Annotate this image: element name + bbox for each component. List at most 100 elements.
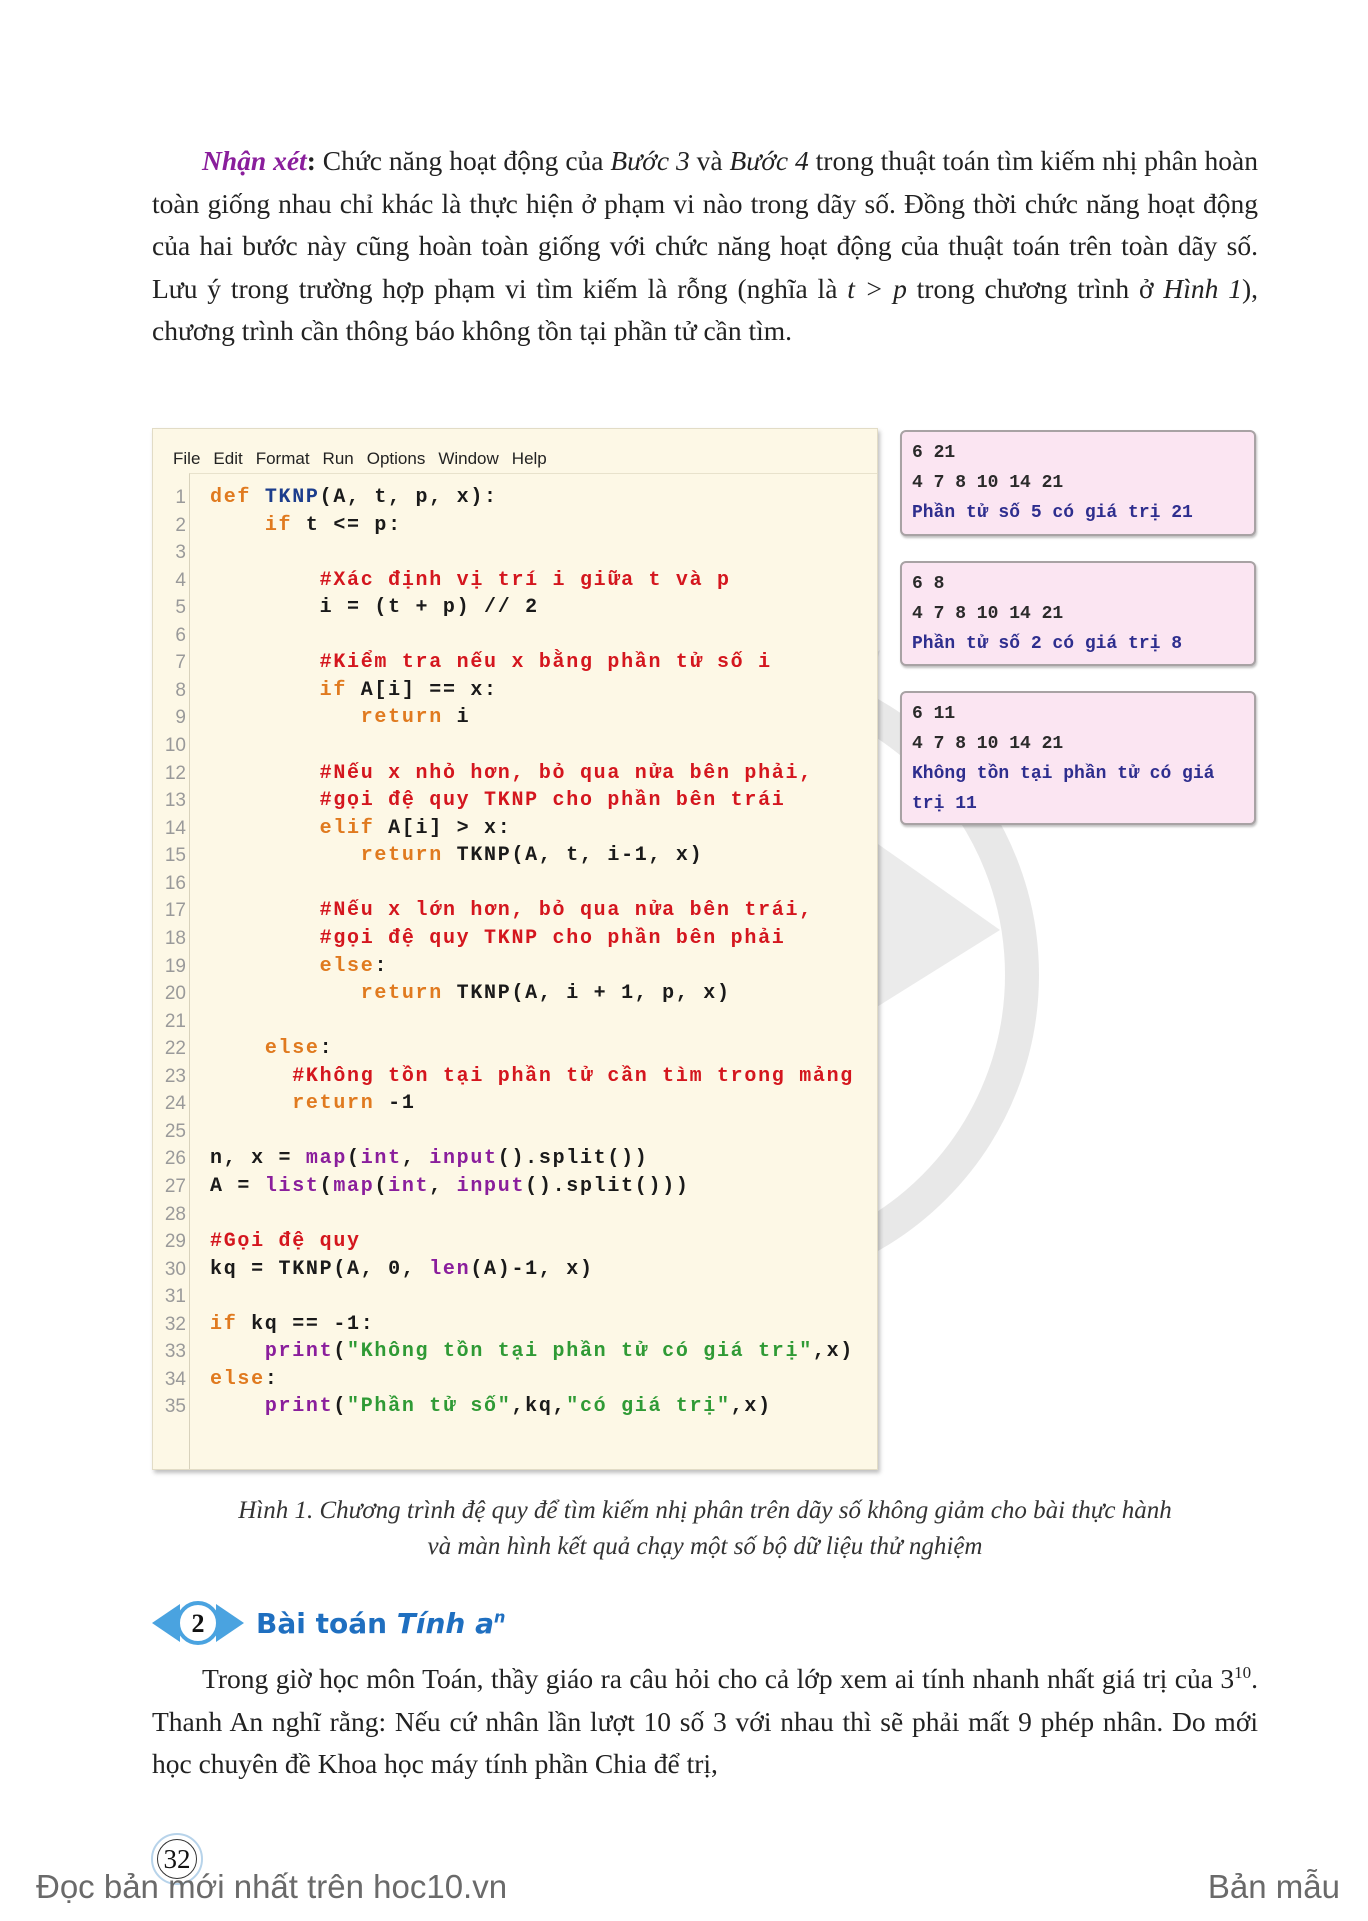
line-number: 35 — [164, 1396, 186, 1418]
menu-format[interactable]: Format — [256, 449, 310, 471]
code-token: map — [333, 1175, 375, 1198]
code-token: i — [442, 706, 471, 730]
code-token: t <= p: — [292, 513, 402, 537]
line-number: 29 — [164, 1231, 186, 1253]
line-number: 33 — [164, 1341, 186, 1363]
code-token: def — [210, 486, 252, 509]
menu-edit[interactable]: Edit — [213, 449, 242, 471]
line-number: 13 — [164, 790, 186, 812]
line-number: 28 — [164, 1203, 186, 1225]
output-result: Không tồn tại phần tử có giá trị 11 — [912, 764, 1215, 814]
code-token: ( — [333, 1395, 348, 1419]
code-line: def TKNP(A, t, p, x): — [210, 484, 498, 512]
code-token: (A)-1, x) — [470, 1257, 594, 1281]
code-line: return TKNP(A, t, i-1, x) — [210, 842, 703, 870]
code-line: else: — [210, 1035, 333, 1063]
section-title-italic: Tính a — [396, 1606, 494, 1640]
text-segment: 10 — [1234, 1662, 1252, 1682]
code-token: ().split()) — [497, 1147, 649, 1171]
code-token: kq = TKNP(A, 0, — [210, 1257, 430, 1281]
code-token: else — [264, 1037, 320, 1061]
code-token: #Xác định vị trí i giữa t và p — [319, 568, 731, 592]
code-line: #gọi đệ quy TKNP cho phần bên phải — [210, 925, 786, 953]
line-number: 1 — [175, 487, 186, 508]
code-token: TKNP — [264, 486, 320, 509]
code-line: kq = TKNP(A, 0, len(A)-1, x) — [210, 1256, 594, 1284]
caption-line-2: và màn hình kết quả chạy một số bộ dữ li… — [427, 1533, 983, 1560]
menu-file[interactable]: File — [173, 449, 200, 471]
code-token: , — [401, 1147, 430, 1171]
code-token: (A, t, p, x): — [319, 486, 498, 509]
code-line: return i — [210, 704, 470, 732]
code-token: if — [264, 513, 293, 537]
code-token: ,x) — [730, 1395, 772, 1419]
code-line: if t <= p: — [210, 512, 402, 540]
code-token: ,kq, — [511, 1395, 567, 1419]
figure-caption: Hình 1. Chương trình đệ quy để tìm kiếm … — [152, 1493, 1258, 1565]
code-line: #Gọi đệ quy — [210, 1228, 361, 1256]
code-token: TKNP(A, t, i-1, x) — [442, 844, 704, 868]
line-number: 8 — [175, 679, 186, 701]
footer-link[interactable]: Đọc bản mới nhất trên hoc10.vn — [36, 1868, 507, 1906]
code-line: #Kiểm tra nếu x bằng phần tử số i — [210, 649, 772, 677]
text-segment: Hình 1 — [1163, 272, 1242, 304]
section-title-text: Bài toán — [256, 1606, 397, 1640]
text-segment: : — [306, 145, 323, 176]
menu-run[interactable]: Run — [323, 449, 354, 471]
code-editor[interactable]: 1 def TKNP(A, t, p, x): 2 if t <= p: 3 4 #Xá… — [165, 473, 877, 1469]
code-line: if kq == -1: — [210, 1311, 374, 1339]
code-token: n, x = — [210, 1147, 306, 1171]
output-input-line: 6 21 — [912, 443, 956, 463]
code-line: #Nếu x nhỏ hơn, bỏ qua nửa bên phải, — [210, 760, 813, 788]
line-number: 16 — [164, 872, 186, 894]
line-number: 32 — [164, 1313, 186, 1335]
line-number: 30 — [164, 1258, 186, 1280]
output-input-line: 6 11 — [912, 704, 956, 724]
code-token: #Nếu x nhỏ hơn, bỏ qua nửa bên phải, — [319, 761, 813, 785]
line-number: 17 — [164, 900, 186, 922]
text-segment: Bước 4 — [729, 145, 809, 176]
code-token: A[i] == x: — [347, 678, 498, 702]
code-token: else — [319, 954, 375, 978]
line-number: 31 — [164, 1286, 186, 1308]
code-token: , — [429, 1175, 457, 1198]
code-token: "Không tồn tại phần tử có giá trị" — [347, 1340, 813, 1364]
menu-options[interactable]: Options — [367, 449, 426, 471]
line-number: 26 — [164, 1148, 186, 1170]
footer-draft-label: Bản mẫu — [1207, 1868, 1340, 1905]
code-line: i = (t + p) // 2 — [210, 594, 539, 622]
code-line: return -1 — [210, 1090, 416, 1118]
text-segment: Nhận xét — [202, 145, 307, 176]
code-token: TKNP(A, i + 1, p, x) — [442, 982, 731, 1006]
menu-window[interactable]: Window — [438, 449, 498, 471]
code-token: A = — [210, 1175, 265, 1198]
line-number: 20 — [164, 983, 186, 1005]
line-number: 12 — [164, 762, 186, 784]
output-result: Phần tử số 5 có giá trị 21 — [912, 503, 1193, 523]
problem-paragraph: Trong giờ học môn Toán, thầy giáo ra câu… — [152, 1658, 1258, 1786]
code-token: i = (t + p) // 2 — [210, 596, 539, 620]
code-token: ().split())) — [525, 1175, 690, 1198]
caption-line-1: Hình 1. Chương trình đệ quy để tìm kiếm … — [238, 1497, 1172, 1524]
menu-help[interactable]: Help — [512, 449, 547, 471]
line-number: 15 — [164, 845, 186, 867]
code-line: #gọi đệ quy TKNP cho phần bên trái — [210, 787, 786, 815]
code-token: #gọi đệ quy TKNP cho phần bên phải — [319, 926, 786, 950]
code-token: input — [429, 1147, 498, 1171]
line-number: 21 — [164, 1010, 186, 1032]
code-token: int — [360, 1147, 402, 1171]
python-editor-window: File Edit Format Run Options Window Help 1 def … — [152, 428, 878, 1470]
code-token: #Không tồn tại phần tử cần tìm trong mản… — [292, 1064, 854, 1088]
code-token: return — [360, 982, 443, 1006]
code-token: ( — [374, 1175, 389, 1198]
text-segment: Bước 3 — [610, 145, 690, 176]
